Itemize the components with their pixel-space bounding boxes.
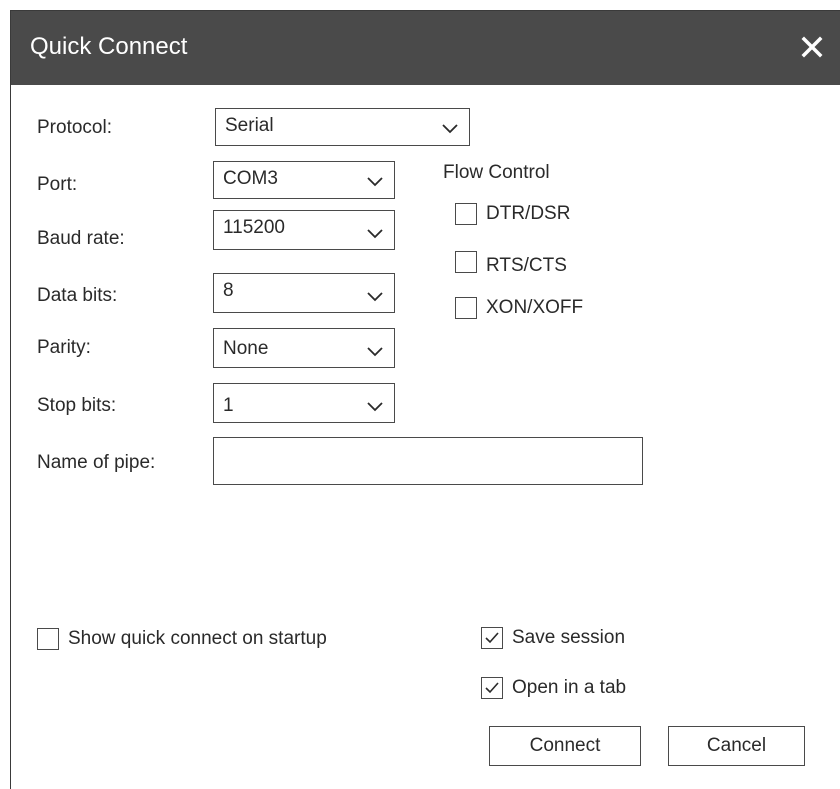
- baud-rate-select[interactable]: 115200: [213, 210, 395, 250]
- pipe-name-input-box: [213, 437, 643, 485]
- chevron-down-icon: [367, 229, 383, 239]
- parity-label: Parity:: [37, 337, 91, 358]
- dtr-dsr-checkbox[interactable]: [455, 203, 477, 225]
- data-bits-select[interactable]: 8: [213, 273, 395, 313]
- stop-bits-select[interactable]: 1: [213, 383, 395, 423]
- xon-xoff-checkbox[interactable]: [455, 297, 477, 319]
- stop-bits-value: 1: [223, 395, 234, 416]
- baud-rate-label: Baud rate:: [37, 228, 125, 249]
- close-icon: [801, 36, 823, 58]
- port-select[interactable]: COM3: [213, 161, 395, 199]
- port-label: Port:: [37, 174, 78, 195]
- open-in-tab-label: Open in a tab: [512, 677, 627, 698]
- dialog-title: Quick Connect: [30, 33, 188, 60]
- baud-rate-value: 115200: [223, 217, 285, 238]
- protocol-value: Serial: [225, 115, 274, 136]
- close-button[interactable]: [794, 29, 830, 65]
- checkmark-icon: [485, 682, 499, 694]
- rts-cts-label: RTS/CTS: [486, 255, 567, 276]
- title-bar: Quick Connect: [11, 11, 840, 85]
- chevron-down-icon: [367, 177, 383, 187]
- chevron-down-icon: [367, 292, 383, 302]
- chevron-down-icon: [442, 124, 458, 134]
- connect-button[interactable]: Connect: [489, 726, 641, 766]
- port-value: COM3: [223, 168, 278, 189]
- show-on-startup-checkbox[interactable]: [37, 628, 59, 650]
- show-on-startup-label: Show quick connect on startup: [68, 628, 327, 649]
- stop-bits-label: Stop bits:: [37, 395, 117, 416]
- protocol-label: Protocol:: [37, 117, 112, 138]
- checkmark-icon: [485, 632, 499, 644]
- parity-value: None: [223, 338, 269, 359]
- chevron-down-icon: [367, 347, 383, 357]
- cancel-button[interactable]: Cancel: [668, 726, 805, 766]
- open-in-tab-checkbox[interactable]: [481, 677, 503, 699]
- chevron-down-icon: [367, 402, 383, 412]
- data-bits-label: Data bits:: [37, 285, 118, 306]
- rts-cts-checkbox[interactable]: [455, 251, 477, 273]
- save-session-label: Save session: [512, 627, 626, 648]
- protocol-select[interactable]: Serial: [215, 108, 470, 146]
- xon-xoff-label: XON/XOFF: [486, 297, 584, 318]
- data-bits-value: 8: [223, 280, 234, 301]
- pipe-name-input[interactable]: [214, 438, 642, 484]
- quick-connect-dialog: Quick Connect Protocol: Serial Port: COM…: [10, 10, 840, 789]
- dtr-dsr-label: DTR/DSR: [486, 203, 571, 224]
- save-session-checkbox[interactable]: [481, 627, 503, 649]
- parity-select[interactable]: None: [213, 328, 395, 368]
- pipe-name-label: Name of pipe:: [37, 452, 156, 473]
- flow-control-heading: Flow Control: [443, 162, 550, 183]
